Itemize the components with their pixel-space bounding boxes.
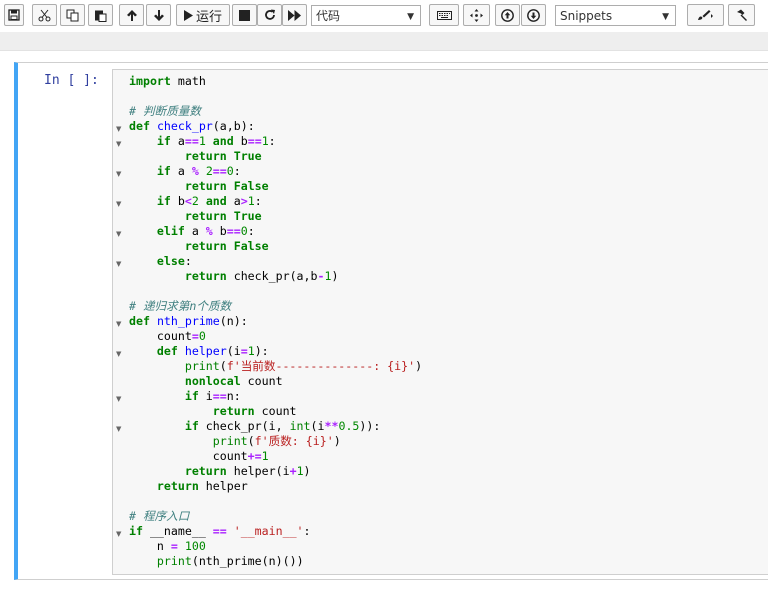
fold-marker-icon[interactable]: ▼ bbox=[116, 200, 121, 208]
code-line: if b<2 and a>1: bbox=[156, 194, 262, 208]
cell-type-select[interactable]: 代码 ▼ bbox=[311, 5, 421, 26]
fold-marker-icon[interactable]: ▼ bbox=[116, 140, 121, 148]
chevron-down-icon: ▼ bbox=[662, 12, 669, 22]
copy-icon bbox=[66, 9, 79, 21]
play-icon bbox=[183, 9, 193, 21]
code-line: if a==1 and b==1: bbox=[156, 134, 276, 148]
code-line: # 判断质量数 bbox=[129, 104, 201, 118]
code-line: print(f'质数: {i}') bbox=[212, 434, 341, 448]
code-line: # 递归求第n个质数 bbox=[129, 299, 232, 313]
paste-button[interactable] bbox=[88, 4, 113, 26]
cell-type-value: 代码 bbox=[316, 9, 341, 23]
chevron-down-icon: ▼ bbox=[407, 12, 414, 22]
code-line: return True bbox=[184, 149, 262, 163]
move-cell-up-button[interactable] bbox=[119, 4, 144, 26]
restart-run-all-button[interactable] bbox=[282, 4, 307, 26]
code-editor[interactable]: ▼ ▼ ▼ ▼ ▼ ▼ ▼ ▼ ▼ ▼ ▼ import math # 判断质量… bbox=[112, 69, 768, 575]
circle-arrow-down-icon bbox=[527, 8, 540, 22]
fold-marker-icon[interactable]: ▼ bbox=[116, 230, 121, 238]
snippets-value: Snippets bbox=[560, 8, 613, 23]
interrupt-button[interactable] bbox=[232, 4, 257, 26]
code-line: return True bbox=[184, 209, 262, 223]
cut-icon bbox=[38, 9, 51, 21]
hammer-icon bbox=[737, 9, 747, 21]
restart-kernel-button[interactable] bbox=[257, 4, 282, 26]
code-line: if a % 2==0: bbox=[156, 164, 241, 178]
keyboard-icon bbox=[436, 10, 452, 20]
code-line: def check_pr(a,b): bbox=[129, 119, 255, 133]
move-up-icon bbox=[126, 9, 137, 21]
code-line: # 程序入口 bbox=[129, 509, 190, 523]
move-cell-down-button[interactable] bbox=[146, 4, 171, 26]
copy-button[interactable] bbox=[60, 4, 85, 26]
fast-forward-icon bbox=[288, 9, 301, 21]
build-button[interactable] bbox=[728, 4, 755, 26]
code-line: count=0 bbox=[156, 329, 206, 343]
run-button[interactable]: 运行 bbox=[176, 4, 230, 26]
fold-marker-icon[interactable]: ▼ bbox=[116, 260, 121, 268]
code-line: return helper bbox=[156, 479, 248, 493]
save-icon bbox=[8, 9, 20, 21]
code-line: import math bbox=[129, 74, 206, 88]
restart-icon bbox=[264, 9, 275, 20]
code-line: print(f'当前数--------------: {i}') bbox=[184, 359, 423, 373]
snippets-select[interactable]: Snippets ▼ bbox=[555, 5, 676, 26]
notebook-toolbar: 运行 代码 ▼ Snippets ▼ bbox=[0, 0, 768, 32]
fold-marker-icon[interactable]: ▼ bbox=[116, 425, 121, 433]
fold-marker-icon[interactable]: ▼ bbox=[116, 320, 121, 328]
code-line: count+=1 bbox=[212, 449, 269, 463]
code-line: return helper(i+1) bbox=[184, 464, 311, 478]
circle-up-button[interactable] bbox=[495, 4, 520, 26]
fold-marker-icon[interactable]: ▼ bbox=[116, 530, 121, 538]
code-line: return False bbox=[184, 179, 269, 193]
code-line: return check_pr(a,b-1) bbox=[184, 269, 339, 283]
fold-gutter: ▼ ▼ ▼ ▼ ▼ ▼ ▼ ▼ ▼ ▼ ▼ bbox=[113, 70, 125, 574]
format-code-button[interactable] bbox=[687, 4, 724, 26]
code-line: def nth_prime(n): bbox=[129, 314, 248, 328]
paste-icon bbox=[95, 10, 107, 22]
code-line: if __name__ == '__main__': bbox=[129, 524, 311, 538]
code-line: if check_pr(i, int(i**0.5)): bbox=[184, 419, 381, 433]
fold-marker-icon[interactable]: ▼ bbox=[116, 170, 121, 178]
code-line: n = 100 bbox=[156, 539, 206, 553]
input-prompt: In [ ]: bbox=[44, 73, 99, 88]
stop-icon bbox=[239, 9, 250, 21]
run-label: 运行 bbox=[195, 9, 222, 25]
code-line: nonlocal count bbox=[184, 374, 283, 388]
code-line: print(nth_prime(n)()) bbox=[156, 554, 304, 568]
fold-marker-icon[interactable]: ▼ bbox=[116, 395, 121, 403]
code-text[interactable]: import math # 判断质量数 def check_pr(a,b): if… bbox=[129, 74, 422, 569]
move-tool-button[interactable] bbox=[463, 4, 490, 26]
cut-button[interactable] bbox=[32, 4, 57, 26]
fold-marker-icon[interactable]: ▼ bbox=[116, 350, 121, 358]
brush-icon bbox=[697, 10, 713, 20]
move-down-icon bbox=[153, 9, 164, 21]
move-icon bbox=[470, 8, 483, 22]
code-line: if i==n: bbox=[184, 389, 241, 403]
code-cell[interactable]: In [ ]: ▼ ▼ ▼ ▼ ▼ ▼ ▼ ▼ ▼ ▼ ▼ import mat… bbox=[14, 62, 768, 580]
code-line: else: bbox=[156, 254, 192, 268]
save-button[interactable] bbox=[4, 4, 24, 26]
fold-marker-icon[interactable]: ▼ bbox=[116, 125, 121, 133]
circle-arrow-up-icon bbox=[501, 8, 514, 22]
code-line: return count bbox=[212, 404, 297, 418]
header-separator bbox=[0, 32, 768, 51]
circle-down-button[interactable] bbox=[521, 4, 546, 26]
code-line: def helper(i=1): bbox=[156, 344, 269, 358]
code-line: elif a % b==0: bbox=[156, 224, 255, 238]
code-line: return False bbox=[184, 239, 269, 253]
command-palette-button[interactable] bbox=[429, 4, 459, 26]
